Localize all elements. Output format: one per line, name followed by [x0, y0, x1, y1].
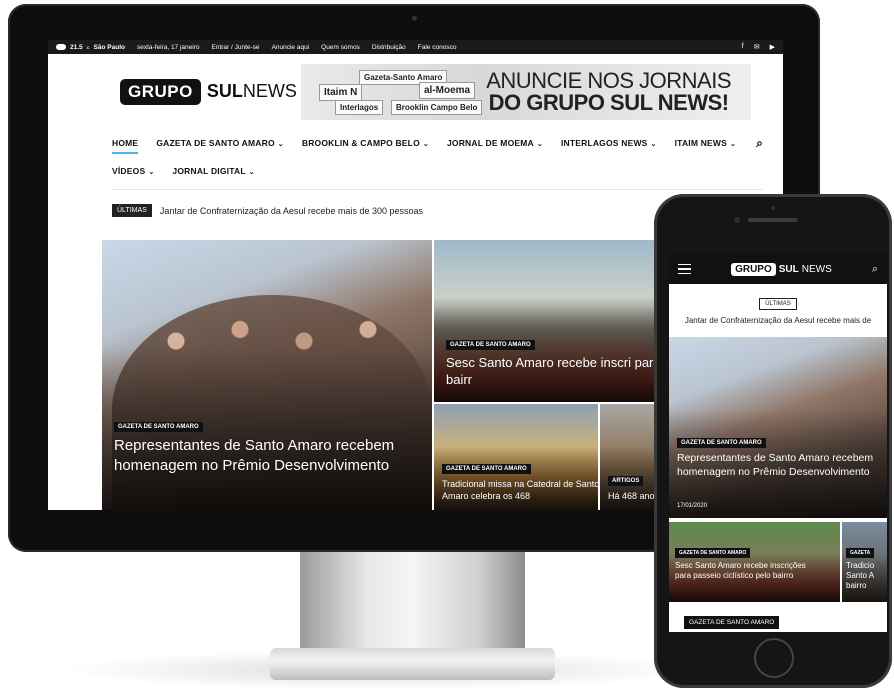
- tile-date: 17/01/2020: [677, 503, 708, 509]
- youtube-icon[interactable]: ▶: [770, 43, 775, 51]
- logo-grupo: GRUPO: [120, 78, 201, 105]
- mobile-header: GRUPO SUL NEWS ⌕: [669, 254, 887, 284]
- main-nav: HOME GAZETA DE SANTO AMARO ⌄ BROOKLIN & C…: [48, 129, 783, 190]
- tile-category[interactable]: GAZETA DE SANTO AMARO: [677, 438, 766, 448]
- nav-item-label: BROOKLIN & CAMPO BELO: [301, 138, 420, 148]
- banner-text: ANUNCIE NOS JORNAIS DO GRUPO SUL NEWS!: [486, 67, 731, 115]
- banner-line-2: DO GRUPO SUL NEWS!: [488, 89, 729, 115]
- tile-category[interactable]: GAZETA DE SANTO AMARO: [446, 340, 535, 350]
- logo-sulnews: SULNEWS: [207, 81, 297, 102]
- banner-paper-2: Itaim N: [319, 83, 363, 101]
- mobile-logo[interactable]: GRUPO SUL NEWS: [731, 262, 832, 276]
- ad-banner[interactable]: Gazeta-Santo Amaro Itaim N al-Moema Inte…: [301, 63, 751, 120]
- hamburger-menu-icon[interactable]: [678, 263, 691, 275]
- current-date: sexta-feira, 17 janeiro: [136, 43, 200, 51]
- nav-row-1: HOME GAZETA DE SANTO AMARO ⌄ BROOKLIN & C…: [112, 129, 763, 157]
- tile-title[interactable]: Tradicional missa na Catedral de Santo A…: [442, 478, 598, 502]
- ticker-headline[interactable]: Jantar de Confraternização da Aesul rece…: [669, 316, 887, 325]
- chevron-down-icon: ⌄: [277, 141, 284, 148]
- mobile-screen: GRUPO SUL NEWS ⌕ ÚLTIMAS Jantar de Confra…: [669, 254, 887, 632]
- search-icon[interactable]: ⌕: [872, 263, 878, 276]
- banner-paper-3: al-Moema: [419, 81, 476, 99]
- phone-speaker: [748, 218, 798, 222]
- cloud-icon: [56, 44, 66, 50]
- nav-item-interlagos[interactable]: INTERLAGOS NEWS ⌄: [561, 138, 657, 148]
- device-mockup: 21.5 C São Paulo sexta-feira, 17 janeiro …: [0, 0, 894, 692]
- chevron-down-icon: ⌄: [536, 141, 543, 148]
- ticker-tag: ÚLTIMAS: [759, 298, 797, 310]
- nav-item-gazeta[interactable]: GAZETA DE SANTO AMARO ⌄: [156, 138, 284, 148]
- distribution-link[interactable]: Distribuição: [372, 44, 406, 51]
- top-bar: 21.5 C São Paulo sexta-feira, 17 janeiro …: [48, 40, 783, 54]
- nav-item-label: INTERLAGOS NEWS: [560, 138, 648, 148]
- mail-icon[interactable]: ✉: [754, 43, 760, 51]
- tile-title[interactable]: Sesc Santo Amaro recebe inscrições para …: [675, 561, 815, 581]
- nav-item-label: ITAIM NEWS: [674, 138, 727, 148]
- nav-item-home[interactable]: HOME: [112, 138, 139, 154]
- featured-main-tile[interactable]: GAZETA DE SANTO AMARO Representantes de …: [102, 240, 432, 510]
- nav-item-brooklin[interactable]: BROOKLIN & CAMPO BELO ⌄: [302, 138, 429, 148]
- nav-item-itaim[interactable]: ITAIM NEWS ⌄: [675, 138, 736, 148]
- tile-title[interactable]: Representantes de Santo Amaro recebem ho…: [677, 451, 882, 479]
- banner-paper-5: Brooklin Campo Belo: [391, 99, 483, 115]
- monitor-stand-base: [270, 648, 555, 680]
- nav-row-2: VÍDEOS ⌄ JORNAL DIGITAL ⌄: [112, 157, 763, 185]
- nav-item-label: VÍDEOS: [112, 166, 146, 176]
- logo-sul: SUL: [206, 81, 243, 101]
- logo-news: NEWS: [801, 263, 832, 275]
- chevron-down-icon: ⌄: [148, 169, 155, 176]
- contact-link[interactable]: Fale conosco: [418, 44, 457, 51]
- tile-title[interactable]: Tradicio Santo A bairro: [846, 561, 886, 591]
- weather-city: São Paulo: [93, 43, 125, 51]
- search-icon[interactable]: ⌕: [756, 136, 763, 151]
- mobile-ticker: ÚLTIMAS Jantar de Confraternização da Ae…: [669, 284, 887, 325]
- featured-bottom-left-tile[interactable]: GAZETA DE SANTO AMARO Tradicional missa …: [434, 404, 598, 510]
- mobile-tile-2[interactable]: GAZETA Tradicio Santo A bairro: [842, 522, 887, 602]
- social-links: f ✉ ▶: [742, 43, 775, 51]
- phone-camera: [734, 217, 740, 223]
- site-header: GRUPO SULNEWS Gazeta-Santo Amaro Itaim N…: [48, 54, 783, 129]
- nav-item-label: JORNAL DE MOEMA: [446, 138, 534, 148]
- mobile-phone: GRUPO SUL NEWS ⌕ ÚLTIMAS Jantar de Confra…: [654, 194, 892, 688]
- login-link[interactable]: Entrar / Junte-se: [212, 44, 260, 51]
- logo-grupo: GRUPO: [731, 262, 776, 276]
- monitor-stand-neck: [300, 550, 525, 660]
- nav-item-videos[interactable]: VÍDEOS ⌄: [112, 166, 154, 176]
- chevron-down-icon: ⌄: [730, 141, 737, 148]
- phone-home-button[interactable]: [754, 638, 794, 678]
- nav-item-moema[interactable]: JORNAL DE MOEMA ⌄: [447, 138, 543, 148]
- site-logo[interactable]: GRUPO SULNEWS: [120, 78, 297, 105]
- temperature-unit: C: [86, 44, 90, 50]
- facebook-icon[interactable]: f: [742, 43, 744, 51]
- phone-sensor: [771, 206, 775, 210]
- logo-sul: SUL: [778, 263, 799, 275]
- temperature: 21.5: [70, 43, 83, 51]
- chevron-down-icon: ⌄: [650, 141, 657, 148]
- tile-category[interactable]: GAZETA DE SANTO AMARO: [442, 464, 531, 474]
- nav-item-label: JORNAL DIGITAL: [172, 166, 246, 176]
- nav-item-label: GAZETA DE SANTO AMARO: [156, 138, 275, 148]
- tile-category[interactable]: GAZETA DE SANTO AMARO: [114, 422, 203, 432]
- nav-item-jornal-digital[interactable]: JORNAL DIGITAL ⌄: [172, 166, 254, 176]
- mobile-section-label[interactable]: GAZETA DE SANTO AMARO: [684, 616, 780, 629]
- ticker-headline[interactable]: Jantar de Confraternização da Aesul rece…: [160, 206, 423, 216]
- chevron-down-icon: ⌄: [422, 141, 429, 148]
- mobile-featured-tile[interactable]: GAZETA DE SANTO AMARO Representantes de …: [669, 337, 887, 518]
- tile-title[interactable]: Representantes de Santo Amaro recebem ho…: [114, 436, 414, 476]
- mobile-tile-row: GAZETA DE SANTO AMARO Sesc Santo Amaro r…: [669, 522, 887, 602]
- logo-news: NEWS: [242, 81, 297, 101]
- mobile-tile-1[interactable]: GAZETA DE SANTO AMARO Sesc Santo Amaro r…: [669, 522, 840, 602]
- tile-category[interactable]: GAZETA: [846, 548, 875, 558]
- about-link[interactable]: Quem somos: [321, 44, 360, 51]
- monitor-camera: [412, 16, 417, 21]
- weather-widget: 21.5 C São Paulo: [56, 44, 125, 51]
- banner-paper-4: Interlagos: [335, 99, 384, 115]
- banner-line-1: ANUNCIE NOS JORNAIS: [486, 67, 731, 93]
- advertise-link[interactable]: Anuncie aqui: [272, 44, 310, 51]
- chevron-down-icon: ⌄: [248, 169, 255, 176]
- tile-category[interactable]: GAZETA DE SANTO AMARO: [675, 548, 751, 558]
- tile-category[interactable]: ARTIGOS: [608, 476, 644, 486]
- ticker-tag: ÚLTIMAS: [112, 204, 152, 217]
